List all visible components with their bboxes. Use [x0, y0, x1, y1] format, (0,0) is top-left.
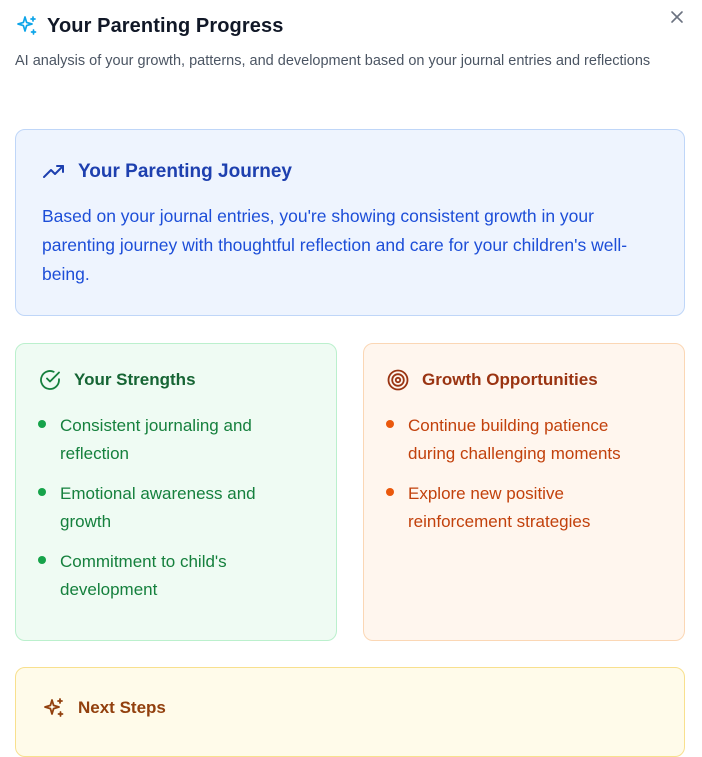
list-item: Continue building patience during challe… [386, 412, 662, 468]
title-row: Your Parenting Progress [15, 12, 687, 40]
bullet-dot [38, 556, 46, 564]
list-item: Commitment to child's development [38, 548, 314, 604]
strengths-card-header: Your Strengths [38, 368, 314, 392]
strengths-card-title: Your Strengths [74, 370, 196, 389]
strengths-list: Consistent journaling and reflection Emo… [38, 412, 314, 604]
growth-card-header: Growth Opportunities [386, 368, 662, 392]
sparkles-icon [15, 14, 39, 38]
strength-text: Emotional awareness and growth [60, 484, 256, 531]
bullet-dot [38, 420, 46, 428]
dialog-title: Your Parenting Progress [47, 14, 284, 37]
next-steps-card-header: Next Steps [42, 696, 658, 720]
journey-card-header: Your Parenting Journey [42, 160, 658, 184]
check-circle-icon [38, 368, 62, 392]
growth-list: Continue building patience during challe… [386, 412, 662, 536]
trending-up-icon [42, 160, 66, 184]
growth-card-title: Growth Opportunities [422, 370, 598, 389]
next-steps-card: Next Steps [15, 667, 685, 757]
dialog-header: Your Parenting Progress AI analysis of y… [15, 12, 687, 72]
bullet-dot [386, 420, 394, 428]
strength-text: Commitment to child's development [60, 552, 227, 599]
dialog-subtitle: AI analysis of your growth, patterns, an… [15, 53, 651, 69]
growth-text: Continue building patience during challe… [408, 416, 621, 463]
growth-opportunities-card: Growth Opportunities Continue building p… [363, 343, 685, 641]
list-item: Explore new positive reinforcement strat… [386, 480, 662, 536]
growth-text: Explore new positive reinforcement strat… [408, 484, 591, 531]
journey-summary: Based on your journal entries, you're sh… [42, 206, 628, 284]
bullet-dot [38, 488, 46, 496]
close-icon [670, 10, 684, 29]
strengths-card: Your Strengths Consistent journaling and… [15, 343, 337, 641]
bullet-dot [386, 488, 394, 496]
journey-card-title: Your Parenting Journey [78, 161, 292, 182]
target-icon [386, 368, 410, 392]
close-button[interactable] [666, 8, 688, 30]
strength-text: Consistent journaling and reflection [60, 416, 252, 463]
parenting-journey-card: Your Parenting Journey Based on your jou… [15, 129, 685, 316]
next-steps-card-title: Next Steps [78, 698, 166, 717]
list-item: Consistent journaling and reflection [38, 412, 314, 468]
list-item: Emotional awareness and growth [38, 480, 314, 536]
sparkles-icon [42, 696, 66, 720]
